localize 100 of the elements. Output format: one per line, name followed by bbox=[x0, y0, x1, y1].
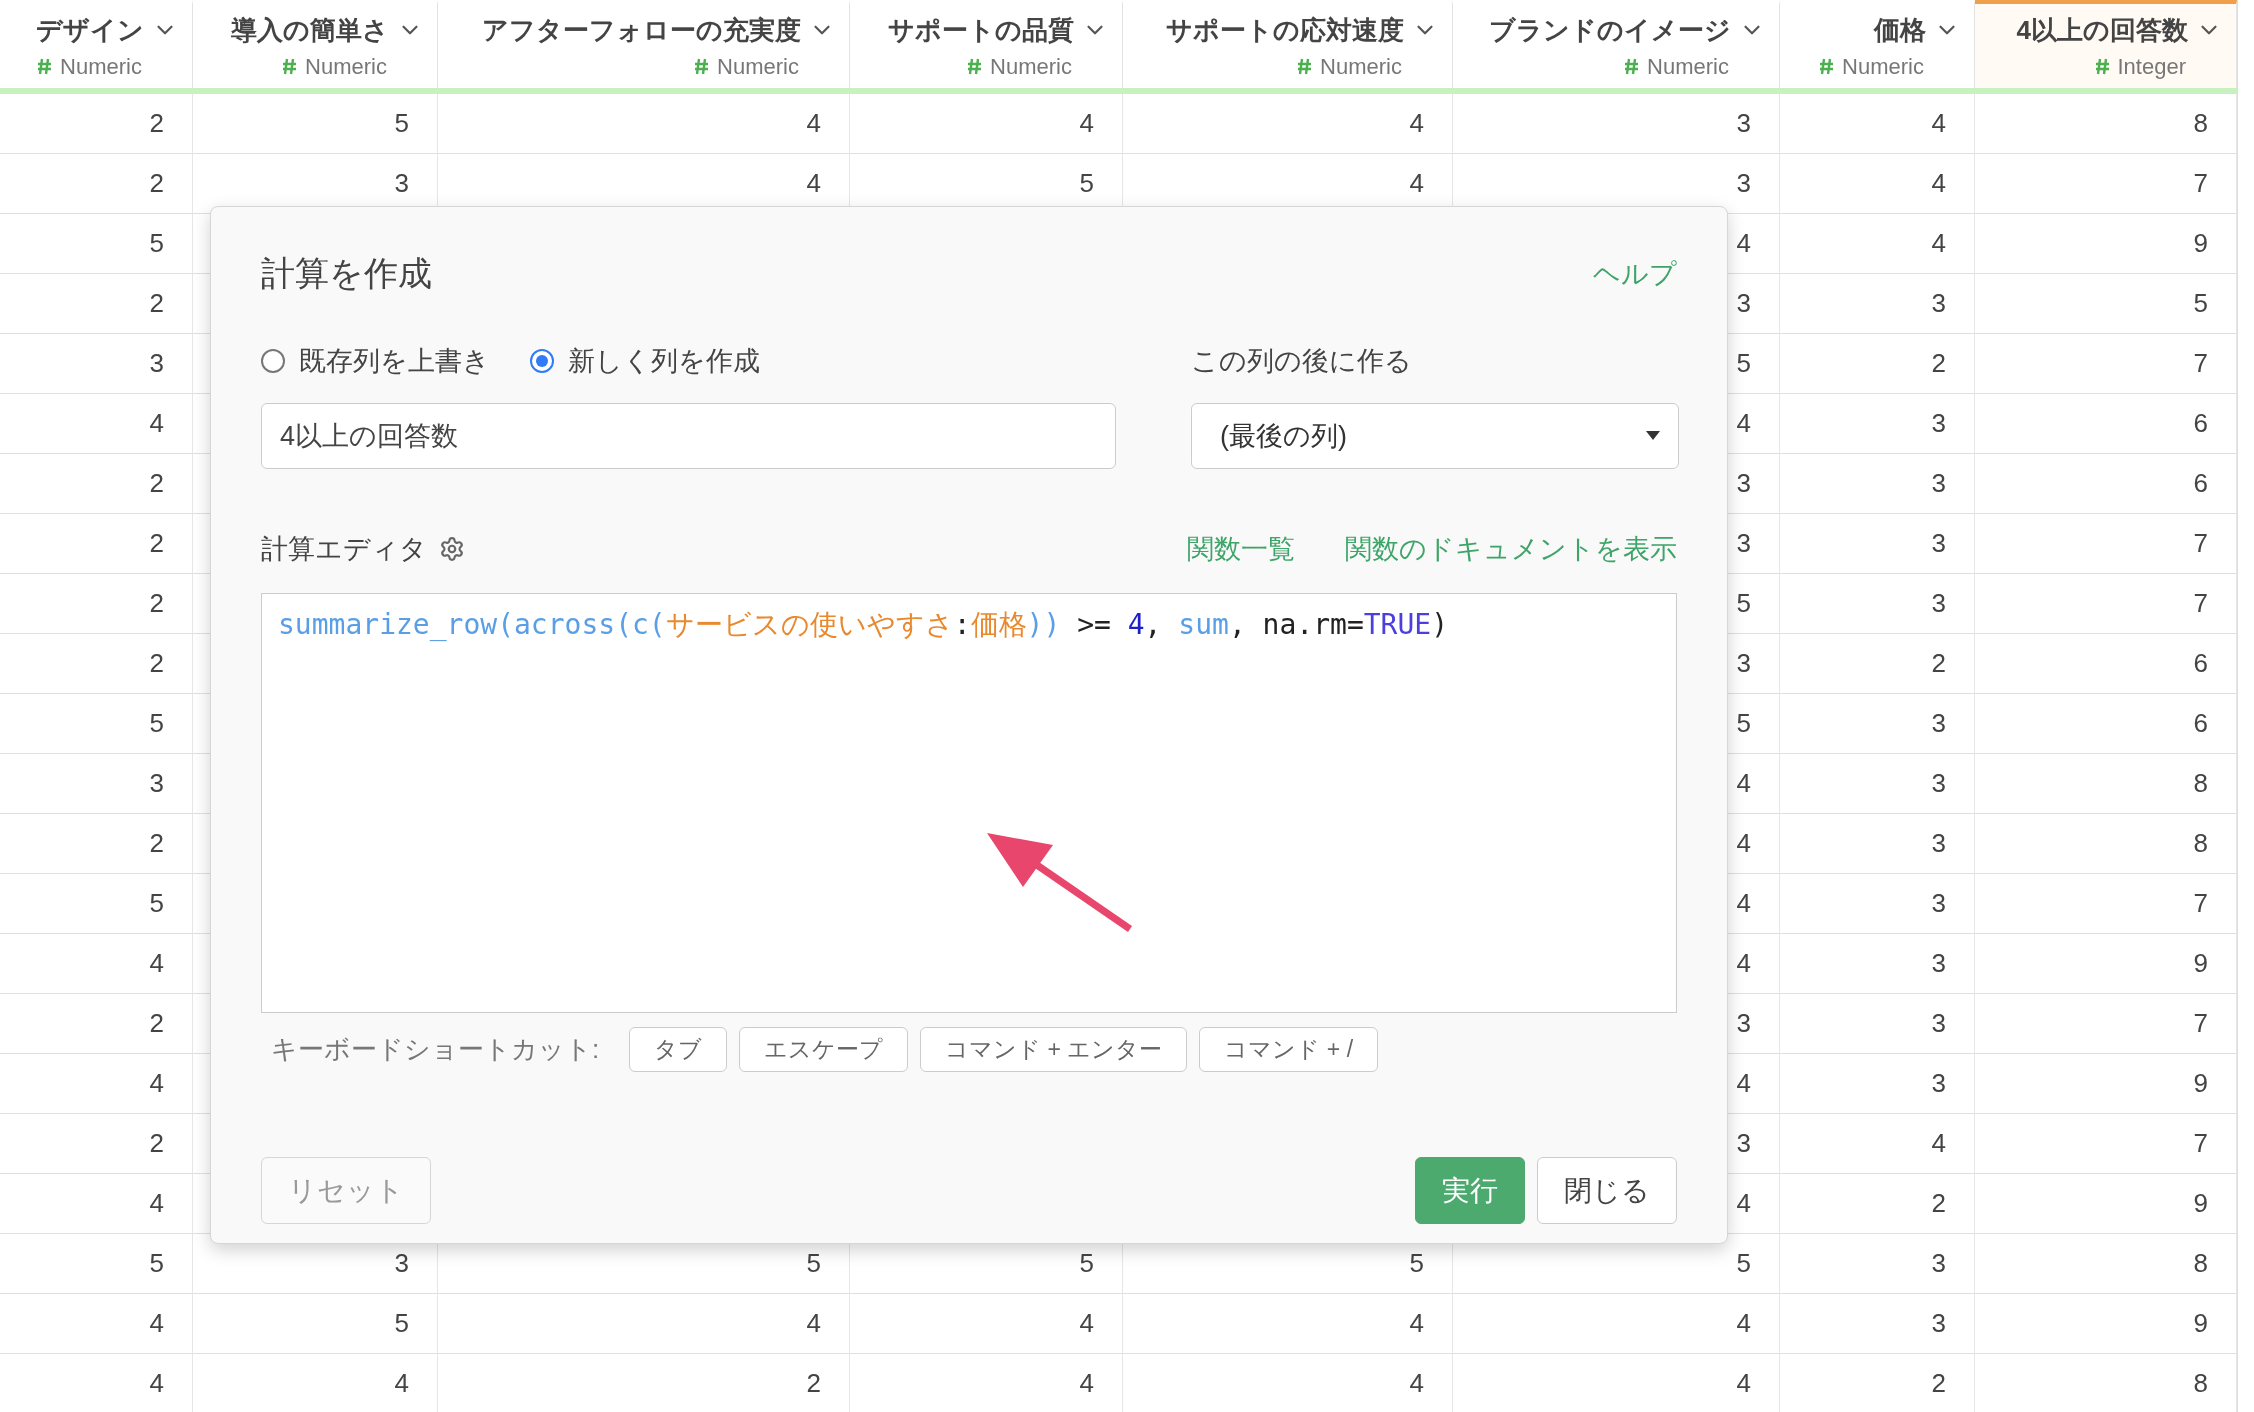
hash-icon bbox=[1819, 58, 1835, 75]
table-cell: 3 bbox=[1780, 814, 1975, 874]
shortcut-key: タブ bbox=[629, 1027, 728, 1072]
table-cell: 3 bbox=[1780, 454, 1975, 514]
table-cell: 4 bbox=[0, 934, 193, 994]
hash-icon bbox=[694, 58, 710, 75]
column-header[interactable]: 4以上の回答数 Integer bbox=[1975, 0, 2237, 88]
table-cell: 6 bbox=[1975, 634, 2237, 694]
table-cell: 4 bbox=[438, 94, 850, 154]
hash-icon bbox=[2094, 58, 2110, 75]
table-cell: 4 bbox=[0, 1054, 193, 1114]
table-cell: 3 bbox=[0, 754, 193, 814]
table-cell: 2 bbox=[0, 814, 193, 874]
position-select[interactable]: (最後の列) bbox=[1191, 403, 1679, 469]
table-cell: 2 bbox=[0, 94, 193, 154]
radio-icon[interactable] bbox=[261, 349, 285, 373]
table-cell: 2 bbox=[1780, 1174, 1975, 1234]
hash-icon bbox=[37, 58, 53, 75]
table-cell: 8 bbox=[1975, 1234, 2237, 1294]
code-editor[interactable]: summarize_row(across(c(サービスの使いやすさ:価格)) >= 4, sum, na.rm=TRUE) bbox=[261, 593, 1677, 1013]
table-cell: 4 bbox=[1780, 154, 1975, 214]
table-cell: 4 bbox=[438, 1294, 850, 1354]
column-type: Numeric bbox=[305, 53, 387, 80]
table-cell: 3 bbox=[1780, 874, 1975, 934]
column-name: デザイン bbox=[36, 13, 144, 47]
table-cell: 2 bbox=[0, 634, 193, 694]
shortcut-key: エスケープ bbox=[739, 1027, 909, 1072]
table-cell: 2 bbox=[438, 1354, 850, 1412]
table-cell: 2 bbox=[0, 514, 193, 574]
table-cell: 2 bbox=[0, 994, 193, 1054]
shortcut-key: コマンド + エンター bbox=[920, 1027, 1188, 1072]
table-cell: 2 bbox=[0, 274, 193, 334]
hash-icon bbox=[1297, 58, 1313, 75]
table-cell: 3 bbox=[1780, 1054, 1975, 1114]
shortcut-key: コマンド + / bbox=[1199, 1027, 1379, 1072]
hash-icon bbox=[282, 58, 298, 75]
table-cell: 5 bbox=[1975, 274, 2237, 334]
table-cell: 5 bbox=[0, 874, 193, 934]
table-cell: 3 bbox=[1780, 934, 1975, 994]
settings-icon[interactable] bbox=[439, 536, 465, 562]
table-cell: 4 bbox=[1123, 1294, 1453, 1354]
column-type: Numeric bbox=[60, 53, 142, 80]
table-cell: 3 bbox=[1780, 394, 1975, 454]
table-cell: 6 bbox=[1975, 394, 2237, 454]
table-cell: 3 bbox=[1780, 274, 1975, 334]
table-cell: 3 bbox=[1780, 1294, 1975, 1354]
code-line: summarize_row(across(c(サービスの使いやすさ:価格)) >= 4, sum, na.rm=TRUE) bbox=[278, 607, 1450, 643]
close-button[interactable]: 閉じる bbox=[1537, 1157, 1677, 1224]
column-type: Numeric bbox=[1842, 53, 1924, 80]
table-cell: 3 bbox=[1780, 994, 1975, 1054]
table-cell: 4 bbox=[1453, 1354, 1780, 1412]
editor-label: 計算エディタ bbox=[261, 533, 427, 566]
table-cell: 4 bbox=[1780, 1114, 1975, 1174]
table-cell: 4 bbox=[850, 94, 1123, 154]
table-cell: 3 bbox=[1780, 574, 1975, 634]
table-cell: 4 bbox=[0, 1174, 193, 1234]
table-cell: 4 bbox=[1453, 1294, 1780, 1354]
table-cell: 5 bbox=[0, 1234, 193, 1294]
column-type: Integer bbox=[2117, 53, 2186, 80]
table-cell: 2 bbox=[0, 1114, 193, 1174]
table-cell: 7 bbox=[1975, 874, 2237, 934]
table-cell: 8 bbox=[1975, 754, 2237, 814]
dialog-title: 計算を作成 bbox=[261, 253, 432, 294]
column-type: Numeric bbox=[990, 53, 1072, 80]
position-label: この列の後に作る bbox=[1191, 345, 1413, 378]
table-cell: 3 bbox=[1780, 694, 1975, 754]
table-cell: 5 bbox=[0, 694, 193, 754]
table-cell: 7 bbox=[1975, 334, 2237, 394]
radio-icon[interactable] bbox=[530, 349, 554, 373]
column-name: 導入の簡単さ bbox=[231, 13, 389, 47]
table-cell: 2 bbox=[1780, 334, 1975, 394]
table-cell: 7 bbox=[1975, 514, 2237, 574]
table-cell: 9 bbox=[1975, 1294, 2237, 1354]
table-cell: 9 bbox=[1975, 934, 2237, 994]
table-cell: 2 bbox=[0, 574, 193, 634]
table-cell: 6 bbox=[1975, 454, 2237, 514]
column-name: ブランドのイメージ bbox=[1489, 13, 1731, 47]
column-name-field[interactable]: 4以上の回答数 bbox=[261, 403, 1116, 469]
table-cell: 6 bbox=[1975, 694, 2237, 754]
table-cell: 7 bbox=[1975, 994, 2237, 1054]
table-cell: 2 bbox=[0, 454, 193, 514]
column-name: サポートの品質 bbox=[888, 13, 1074, 47]
table-cell: 3 bbox=[1780, 754, 1975, 814]
radio-option[interactable]: 新しく列を作成 bbox=[530, 343, 760, 379]
table-cell: 2 bbox=[1780, 634, 1975, 694]
table-cell: 5 bbox=[193, 94, 438, 154]
table-cell: 4 bbox=[850, 1354, 1123, 1412]
column-name: アフターフォローの充実度 bbox=[482, 13, 801, 47]
table-cell: 3 bbox=[0, 334, 193, 394]
table-cell: 4 bbox=[1123, 1354, 1453, 1412]
hash-icon bbox=[967, 58, 983, 75]
radio-option[interactable]: 既存列を上書き bbox=[261, 343, 490, 379]
table-cell: 5 bbox=[193, 1294, 438, 1354]
radio-label: 新しく列を作成 bbox=[568, 345, 760, 378]
table-cell: 3 bbox=[1780, 1234, 1975, 1294]
table-cell: 7 bbox=[1975, 574, 2237, 634]
table-cell: 4 bbox=[850, 1294, 1123, 1354]
column-type: Numeric bbox=[717, 53, 799, 80]
table-cell: 4 bbox=[1780, 214, 1975, 274]
table-cell: 4 bbox=[1123, 94, 1453, 154]
